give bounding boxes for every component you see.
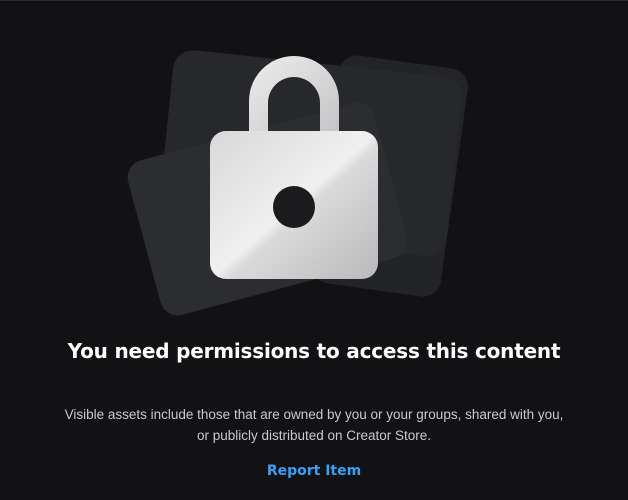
report-item-link[interactable]: Report Item xyxy=(244,460,384,482)
locked-content-illustration xyxy=(127,50,469,316)
permission-description: Visible assets include those that are ow… xyxy=(64,407,564,443)
permission-page: You need permissions to access this cont… xyxy=(0,0,628,500)
permission-title: You need permissions to access this cont… xyxy=(67,339,561,363)
